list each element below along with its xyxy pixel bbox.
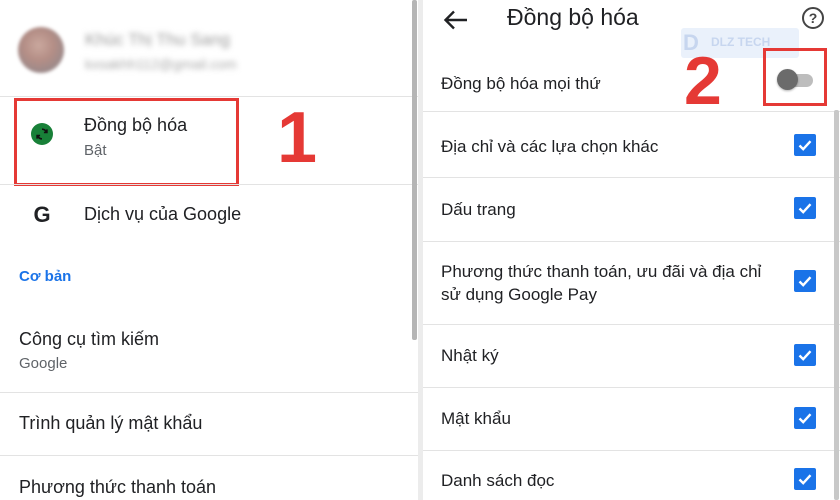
google-g-icon: G — [33, 202, 51, 227]
sync-item-label: Dấu trang — [441, 200, 516, 219]
section-header-basic: Cơ bản — [19, 268, 72, 285]
sync-everything-toggle[interactable] — [777, 69, 798, 90]
sync-everything-label: Đồng bộ hóa mọi thứ — [441, 74, 601, 93]
search-engine-value: Google — [19, 355, 68, 372]
sync-item-passwords[interactable]: Mật khẩu — [423, 388, 840, 450]
password-manager-label: Trình quản lý mật khẩu — [19, 413, 203, 433]
google-services-label: Dịch vụ của Google — [84, 204, 242, 224]
left-scrollbar[interactable] — [412, 0, 417, 340]
checkbox-checked-icon[interactable] — [794, 344, 816, 366]
account-row[interactable]: Khúc Thị Thu Sang kxsakhh112@gmail.com — [0, 0, 418, 96]
account-name: Khúc Thị Thu Sang — [85, 30, 230, 49]
sync-item-label: Nhật ký — [441, 346, 499, 365]
payment-methods-row[interactable]: Phương thức thanh toán — [0, 456, 418, 500]
account-email: kxsakhh112@gmail.com — [85, 56, 237, 72]
sync-item-history[interactable]: Nhật ký — [423, 325, 840, 387]
google-services-row[interactable]: G Dịch vụ của Google — [0, 184, 418, 244]
step-1-label: 1 — [277, 98, 318, 178]
sync-item-bookmarks[interactable]: Dấu trang — [423, 178, 840, 241]
search-engine-title: Công cụ tìm kiếm — [19, 329, 160, 349]
sync-settings-panel: Đồng bộ hóa ? D DLZ TECH Đồng bộ hóa mọi… — [423, 0, 840, 500]
sync-item-label: Địa chỉ và các lựa chọn khác — [441, 137, 659, 156]
avatar — [18, 27, 64, 73]
sync-item-label: Danh sách đọc — [441, 471, 555, 490]
sync-item-label: Phương thức thanh toán, ưu đãi và địa ch… — [441, 262, 762, 304]
search-engine-row[interactable]: Công cụ tìm kiếm Google — [0, 310, 418, 392]
checkbox-checked-icon[interactable] — [794, 270, 816, 292]
checkbox-checked-icon[interactable] — [794, 197, 816, 219]
password-manager-row[interactable]: Trình quản lý mật khẩu — [0, 393, 418, 455]
step-2-label: 2 — [684, 43, 722, 119]
sync-item-payment[interactable]: Phương thức thanh toán, ưu đãi và địa ch… — [423, 242, 840, 324]
sync-item-addresses[interactable]: Địa chỉ và các lựa chọn khác — [423, 112, 840, 177]
page-title: Đồng bộ hóa — [507, 4, 639, 30]
sync-item-label: Mật khẩu — [441, 409, 511, 428]
highlight-box-step-1 — [14, 98, 239, 186]
checkbox-checked-icon[interactable] — [794, 468, 816, 490]
sync-item-reading-list[interactable]: Danh sách đọc — [423, 451, 840, 500]
payment-methods-label: Phương thức thanh toán — [19, 477, 217, 497]
right-scrollbar[interactable] — [834, 110, 839, 500]
checkbox-checked-icon[interactable] — [794, 134, 816, 156]
back-arrow-icon[interactable] — [441, 8, 471, 32]
highlight-box-step-2 — [763, 48, 827, 106]
settings-panel: Khúc Thị Thu Sang kxsakhh112@gmail.com Đ… — [0, 0, 418, 500]
help-icon[interactable]: ? — [802, 7, 824, 29]
checkbox-checked-icon[interactable] — [794, 407, 816, 429]
